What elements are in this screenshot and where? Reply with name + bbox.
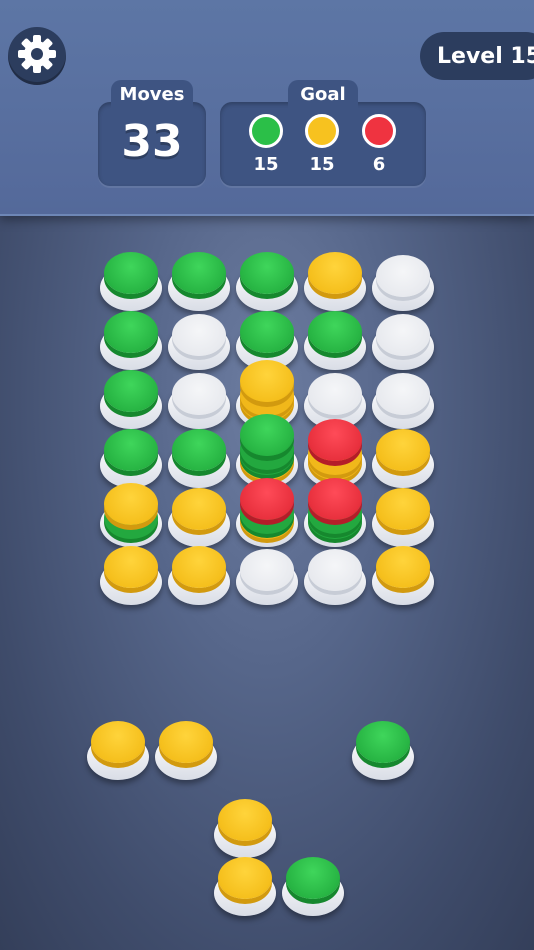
board-cell[interactable]	[372, 488, 434, 549]
empty-slot	[240, 549, 294, 591]
board-cell[interactable]	[168, 546, 230, 607]
board-cell[interactable]	[236, 252, 298, 313]
chip-yellow	[218, 799, 272, 841]
board-cell[interactable]	[100, 483, 162, 549]
goal-green-dot	[249, 114, 283, 148]
board-cell[interactable]	[304, 478, 366, 549]
chip-yellow	[91, 721, 145, 763]
goal-yellow-dot	[305, 114, 339, 148]
board-cell[interactable]	[236, 547, 298, 607]
chip-green	[240, 252, 294, 294]
board-cell[interactable]	[304, 547, 366, 607]
board-cell[interactable]	[372, 312, 434, 372]
chip-green	[104, 252, 158, 294]
chip-green	[104, 311, 158, 353]
tray-piece[interactable]	[352, 721, 414, 782]
board-cell[interactable]	[372, 253, 434, 313]
goal-yellow-count: 15	[309, 154, 335, 175]
chip-yellow	[240, 360, 294, 402]
board-cell[interactable]	[100, 546, 162, 607]
board-cell[interactable]	[100, 252, 162, 313]
empty-slot	[376, 314, 430, 356]
chip-yellow	[172, 546, 226, 588]
chip-yellow	[172, 488, 226, 530]
chip-green	[240, 311, 294, 353]
gear-icon	[15, 32, 59, 80]
tray-piece[interactable]	[214, 799, 276, 860]
chip-yellow	[104, 483, 158, 525]
board-cell[interactable]	[304, 311, 366, 372]
empty-slot	[376, 255, 430, 297]
chip-red	[308, 419, 362, 461]
empty-slot	[308, 549, 362, 591]
empty-slot	[376, 373, 430, 415]
goal-yellow: 15	[302, 114, 342, 175]
board-cell[interactable]	[168, 429, 230, 490]
tray-piece[interactable]	[214, 857, 276, 918]
board-cell[interactable]	[168, 488, 230, 549]
chip-green	[308, 311, 362, 353]
board-cell[interactable]	[100, 370, 162, 431]
board-cell[interactable]	[236, 478, 298, 549]
chip-yellow	[376, 429, 430, 471]
moves-label: Moves	[111, 80, 193, 108]
empty-slot	[172, 314, 226, 356]
chip-red	[308, 478, 362, 520]
tray-piece[interactable]	[87, 721, 149, 782]
chip-green	[356, 721, 410, 763]
board-cell[interactable]	[100, 429, 162, 490]
chip-green	[172, 252, 226, 294]
moves-count: 33	[121, 116, 183, 167]
chip-yellow	[376, 546, 430, 588]
chip-green	[240, 414, 294, 456]
chip-green	[104, 429, 158, 471]
chip-yellow	[104, 546, 158, 588]
empty-slot	[308, 373, 362, 415]
goal-red-count: 6	[372, 154, 386, 175]
chip-yellow	[218, 857, 272, 899]
board-cell[interactable]	[168, 252, 230, 313]
chip-yellow	[159, 721, 213, 763]
board-cell[interactable]	[372, 546, 434, 607]
tray-piece[interactable]	[155, 721, 217, 782]
goal-green: 15	[246, 114, 286, 175]
board-cell[interactable]	[372, 371, 434, 431]
chip-green	[286, 857, 340, 899]
board-cell[interactable]	[100, 311, 162, 372]
goal-green-count: 15	[253, 154, 279, 175]
board-cell[interactable]	[372, 429, 434, 490]
tray-piece[interactable]	[282, 857, 344, 918]
board-cell[interactable]	[168, 312, 230, 372]
chip-green	[172, 429, 226, 471]
settings-button[interactable]	[8, 27, 66, 85]
goal-red: 6	[359, 114, 399, 175]
goal-red-dot	[362, 114, 396, 148]
board-cell[interactable]	[168, 371, 230, 431]
chip-green	[104, 370, 158, 412]
goal-label: Goal	[288, 80, 358, 108]
empty-slot	[172, 373, 226, 415]
chip-yellow	[376, 488, 430, 530]
level-indicator: Level 15	[420, 32, 534, 80]
chip-yellow	[308, 252, 362, 294]
chip-red	[240, 478, 294, 520]
board-cell[interactable]	[304, 252, 366, 313]
